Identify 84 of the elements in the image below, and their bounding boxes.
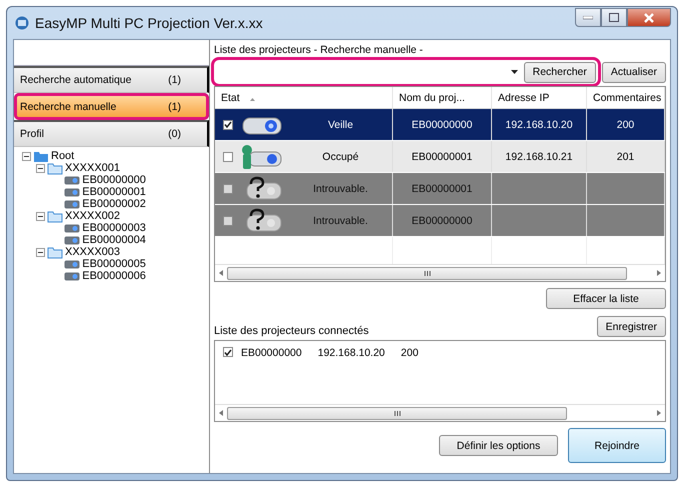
list-text: EB00000000 (241, 347, 302, 359)
checkbox[interactable] (223, 152, 233, 162)
tree-item[interactable]: EB00000001 (82, 186, 146, 198)
tree-item[interactable]: XXXXX003 (65, 246, 120, 258)
refresh-button[interactable]: Actualiser (602, 62, 666, 82)
projector-icon (64, 176, 80, 184)
tree-item[interactable]: EB00000005 (82, 258, 146, 270)
table-cell: EB00000001 (412, 150, 472, 162)
minimize-icon (583, 16, 593, 20)
options-button[interactable]: Définir les options (439, 435, 558, 456)
projector-icon (64, 188, 80, 196)
close-icon (644, 12, 654, 22)
tree-item[interactable]: EB00000004 (82, 234, 146, 246)
horizontal-scrollbar[interactable] (215, 404, 665, 421)
table-cell: EB00000001 (412, 182, 472, 194)
grip-icon[interactable] (424, 270, 430, 276)
table-cell: 192.168.10.21 (505, 150, 573, 162)
folder-icon (33, 150, 49, 162)
minimize-button[interactable] (575, 8, 601, 27)
status-text: Occupé (321, 150, 360, 162)
table-cell: EB00000000 (412, 118, 472, 130)
list-text: 200 (400, 347, 418, 359)
table-cell: 200 (616, 118, 634, 130)
status-text: Veille (326, 118, 354, 130)
tree-item[interactable]: Root (51, 150, 74, 162)
status-text: Introuvable. (312, 182, 369, 194)
scroll-right-icon[interactable] (657, 270, 661, 276)
projector-icon (64, 236, 80, 244)
scroll-left-icon[interactable] (219, 410, 223, 416)
maximize-button[interactable] (601, 8, 627, 27)
table-row[interactable]: Veille EB00000000 192.168.10.20 200 (215, 109, 665, 141)
tree-item[interactable]: EB00000000 (82, 174, 146, 186)
nav-item[interactable]: Profil (0) (14, 120, 209, 147)
save-button[interactable]: Enregistrer (596, 316, 666, 337)
checkbox[interactable] (223, 184, 233, 194)
grip-icon[interactable] (394, 410, 400, 416)
checkbox[interactable] (223, 216, 233, 226)
nav-item[interactable]: Recherche automatique (1) (14, 66, 209, 93)
collapse-toggle[interactable] (22, 152, 31, 160)
sort-arrow-icon (250, 98, 255, 100)
app-icon (15, 16, 29, 30)
connected-list-heading: Liste des projecteurs connectés (214, 325, 369, 337)
collapse-toggle[interactable] (36, 248, 45, 256)
dropdown-arrow-icon[interactable] (510, 70, 518, 74)
tree-item[interactable]: EB00000006 (82, 270, 146, 282)
table-row[interactable]: Introuvable. EB00000000 (215, 205, 665, 237)
tree-item[interactable]: EB00000002 (82, 198, 146, 210)
projector-icon (64, 200, 80, 208)
collapse-toggle[interactable] (36, 212, 45, 220)
folder-icon (47, 162, 63, 174)
tree-item[interactable]: EB00000003 (82, 222, 146, 234)
column-header[interactable]: Adresse IP (492, 87, 587, 108)
table-cell: 201 (616, 150, 634, 162)
search-button[interactable]: Rechercher (524, 62, 596, 82)
tree-item[interactable]: XXXXX001 (65, 162, 120, 174)
table-row[interactable]: Introuvable. EB00000001 (215, 173, 665, 205)
collapse-toggle[interactable] (36, 164, 45, 172)
horizontal-scrollbar[interactable] (215, 264, 665, 281)
column-header[interactable]: Commentaires (587, 87, 665, 108)
projector-icon (64, 272, 80, 280)
projector-icon (64, 260, 80, 268)
list-heading: Liste des projecteurs - Recherche manuelle - (214, 44, 424, 58)
nav-item[interactable]: Recherche manuelle (1) (14, 93, 209, 120)
folder-icon (47, 210, 63, 222)
maximize-icon (609, 13, 619, 22)
checkbox[interactable] (223, 120, 233, 130)
checkbox[interactable] (223, 347, 233, 357)
projector-user-icon (239, 144, 283, 170)
table-row[interactable]: Occupé EB00000001 192.168.10.21 201 (215, 141, 665, 173)
projector-icon (64, 224, 80, 232)
folder-icon (47, 246, 63, 258)
clear-list-button[interactable]: Effacer la liste (546, 288, 666, 309)
list-text: 192.168.10.20 (318, 347, 385, 359)
window-title: EasyMP Multi PC Projection Ver.x.xx (35, 15, 264, 31)
tree-item[interactable]: XXXXX002 (65, 210, 120, 222)
table-cell: 192.168.10.20 (505, 118, 573, 130)
scroll-left-icon[interactable] (219, 270, 223, 276)
status-text: Introuvable. (312, 214, 369, 226)
column-header[interactable]: Nom du proj... (393, 87, 492, 108)
column-header[interactable]: Etat (215, 87, 393, 108)
table-cell: EB00000000 (412, 214, 472, 226)
join-button[interactable]: Rejoindre (568, 428, 666, 463)
scroll-right-icon[interactable] (657, 410, 661, 416)
close-button[interactable] (627, 8, 671, 27)
